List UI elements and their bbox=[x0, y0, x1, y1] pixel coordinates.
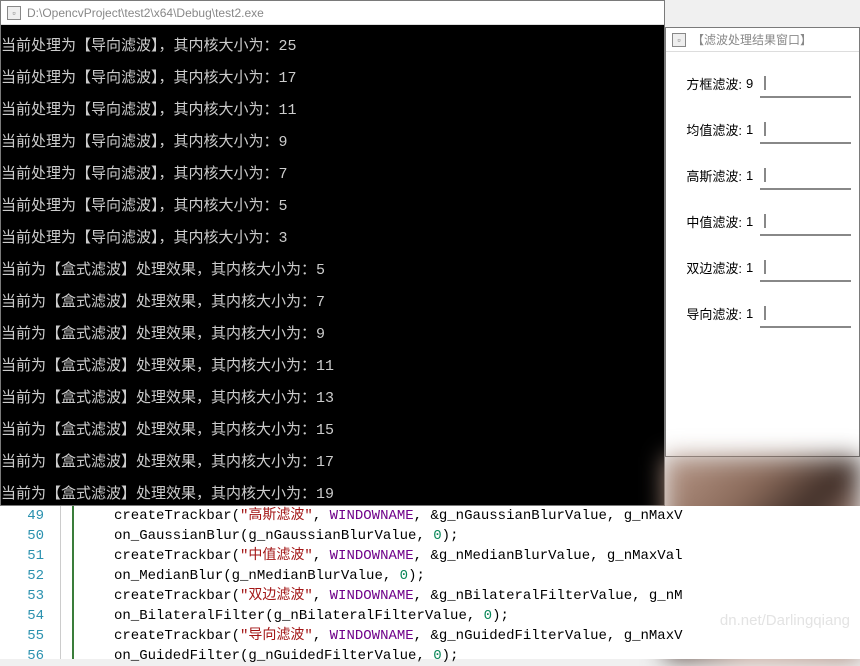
code-line[interactable]: createTrackbar("高斯滤波", WINDOWNAME, &g_nG… bbox=[114, 506, 860, 526]
console-line: 当前处理为【导向滤波】，其内核大小为：7 bbox=[1, 159, 664, 191]
watermark: dn.net/Darlingqiang bbox=[720, 612, 850, 629]
console-line: 当前为【盒式滤波】处理效果，其内核大小为：15 bbox=[1, 415, 664, 447]
trackbar-row: 中值滤波:1 bbox=[674, 202, 851, 240]
line-number: 56 bbox=[0, 646, 44, 666]
console-window: ▫ D:\OpencvProject\test2\x64\Debug\test2… bbox=[0, 0, 665, 506]
trackbar-label: 双边滤波: bbox=[674, 258, 746, 277]
trackbar-label: 中值滤波: bbox=[674, 212, 746, 231]
line-number: 52 bbox=[0, 566, 44, 586]
code-line[interactable]: createTrackbar("导向滤波", WINDOWNAME, &g_nG… bbox=[114, 626, 860, 646]
trackbar-value: 9 bbox=[746, 76, 760, 91]
code-body[interactable]: createTrackbar("高斯滤波", WINDOWNAME, &g_nG… bbox=[74, 506, 860, 659]
code-line[interactable]: createTrackbar("双边滤波", WINDOWNAME, &g_nB… bbox=[114, 586, 860, 606]
trackbar-row: 导向滤波:1 bbox=[674, 294, 851, 332]
code-line[interactable]: on_GaussianBlur(g_nGaussianBlurValue, 0)… bbox=[114, 526, 860, 546]
trackbar-row: 双边滤波:1 bbox=[674, 248, 851, 286]
trackbar-slider[interactable] bbox=[760, 206, 851, 236]
trackbar-slider[interactable] bbox=[760, 160, 851, 190]
code-line[interactable]: on_GuidedFilter(g_nGuidedFilterValue, 0)… bbox=[114, 646, 860, 666]
trackbar-value: 1 bbox=[746, 260, 760, 275]
code-editor[interactable]: 4950515253545556 createTrackbar("高斯滤波", … bbox=[0, 506, 860, 659]
trackbar-row: 方框滤波:9 bbox=[674, 64, 851, 102]
console-line: 当前为【盒式滤波】处理效果，其内核大小为：13 bbox=[1, 383, 664, 415]
console-line: 当前处理为【导向滤波】，其内核大小为：25 bbox=[1, 31, 664, 63]
trackbar-body: 方框滤波:9均值滤波:1高斯滤波:1中值滤波:1双边滤波:1导向滤波:1 bbox=[666, 52, 859, 352]
console-line: 当前为【盒式滤波】处理效果，其内核大小为：19 bbox=[1, 479, 664, 505]
trackbar-window: ▫ 【滤波处理结果窗口】 方框滤波:9均值滤波:1高斯滤波:1中值滤波:1双边滤… bbox=[665, 27, 860, 457]
trackbar-row: 高斯滤波:1 bbox=[674, 156, 851, 194]
console-line: 当前处理为【导向滤波】，其内核大小为：9 bbox=[1, 127, 664, 159]
trackbar-slider[interactable] bbox=[760, 298, 851, 328]
console-line: 当前处理为【导向滤波】，其内核大小为：17 bbox=[1, 63, 664, 95]
console-output: 当前处理为【导向滤波】，其内核大小为：25当前处理为【导向滤波】，其内核大小为：… bbox=[1, 25, 664, 505]
app-icon: ▫ bbox=[672, 33, 686, 47]
trackbar-value: 1 bbox=[746, 214, 760, 229]
trackbar-label: 均值滤波: bbox=[674, 120, 746, 139]
console-title: D:\OpencvProject\test2\x64\Debug\test2.e… bbox=[27, 6, 264, 20]
trackbar-title: 【滤波处理结果窗口】 bbox=[692, 31, 812, 48]
trackbar-value: 1 bbox=[746, 168, 760, 183]
trackbar-label: 高斯滤波: bbox=[674, 166, 746, 185]
console-line: 当前处理为【导向滤波】，其内核大小为：5 bbox=[1, 191, 664, 223]
console-line: 当前为【盒式滤波】处理效果，其内核大小为：7 bbox=[1, 287, 664, 319]
console-line: 当前为【盒式滤波】处理效果，其内核大小为：9 bbox=[1, 319, 664, 351]
fold-margin[interactable] bbox=[60, 506, 74, 659]
line-number: 49 bbox=[0, 506, 44, 526]
console-line: 当前为【盒式滤波】处理效果，其内核大小为：11 bbox=[1, 351, 664, 383]
line-number: 53 bbox=[0, 586, 44, 606]
console-line: 当前为【盒式滤波】处理效果，其内核大小为：17 bbox=[1, 447, 664, 479]
trackbar-slider[interactable] bbox=[760, 114, 851, 144]
trackbar-row: 均值滤波:1 bbox=[674, 110, 851, 148]
trackbar-slider[interactable] bbox=[760, 252, 851, 282]
line-number: 50 bbox=[0, 526, 44, 546]
line-gutter: 4950515253545556 bbox=[0, 506, 60, 659]
line-number: 54 bbox=[0, 606, 44, 626]
console-titlebar[interactable]: ▫ D:\OpencvProject\test2\x64\Debug\test2… bbox=[1, 1, 664, 25]
trackbar-label: 导向滤波: bbox=[674, 304, 746, 323]
trackbar-value: 1 bbox=[746, 122, 760, 137]
code-line[interactable]: on_MedianBlur(g_nMedianBlurValue, 0); bbox=[114, 566, 860, 586]
line-number: 55 bbox=[0, 626, 44, 646]
trackbar-titlebar[interactable]: ▫ 【滤波处理结果窗口】 bbox=[666, 28, 859, 52]
trackbar-slider[interactable] bbox=[760, 68, 851, 98]
app-icon: ▫ bbox=[7, 6, 21, 20]
console-line: 当前为【盒式滤波】处理效果，其内核大小为：5 bbox=[1, 255, 664, 287]
console-line: 当前处理为【导向滤波】，其内核大小为：11 bbox=[1, 95, 664, 127]
console-line: 当前处理为【导向滤波】，其内核大小为：3 bbox=[1, 223, 664, 255]
trackbar-value: 1 bbox=[746, 306, 760, 321]
trackbar-label: 方框滤波: bbox=[674, 74, 746, 93]
line-number: 51 bbox=[0, 546, 44, 566]
code-line[interactable]: createTrackbar("中值滤波", WINDOWNAME, &g_nM… bbox=[114, 546, 860, 566]
